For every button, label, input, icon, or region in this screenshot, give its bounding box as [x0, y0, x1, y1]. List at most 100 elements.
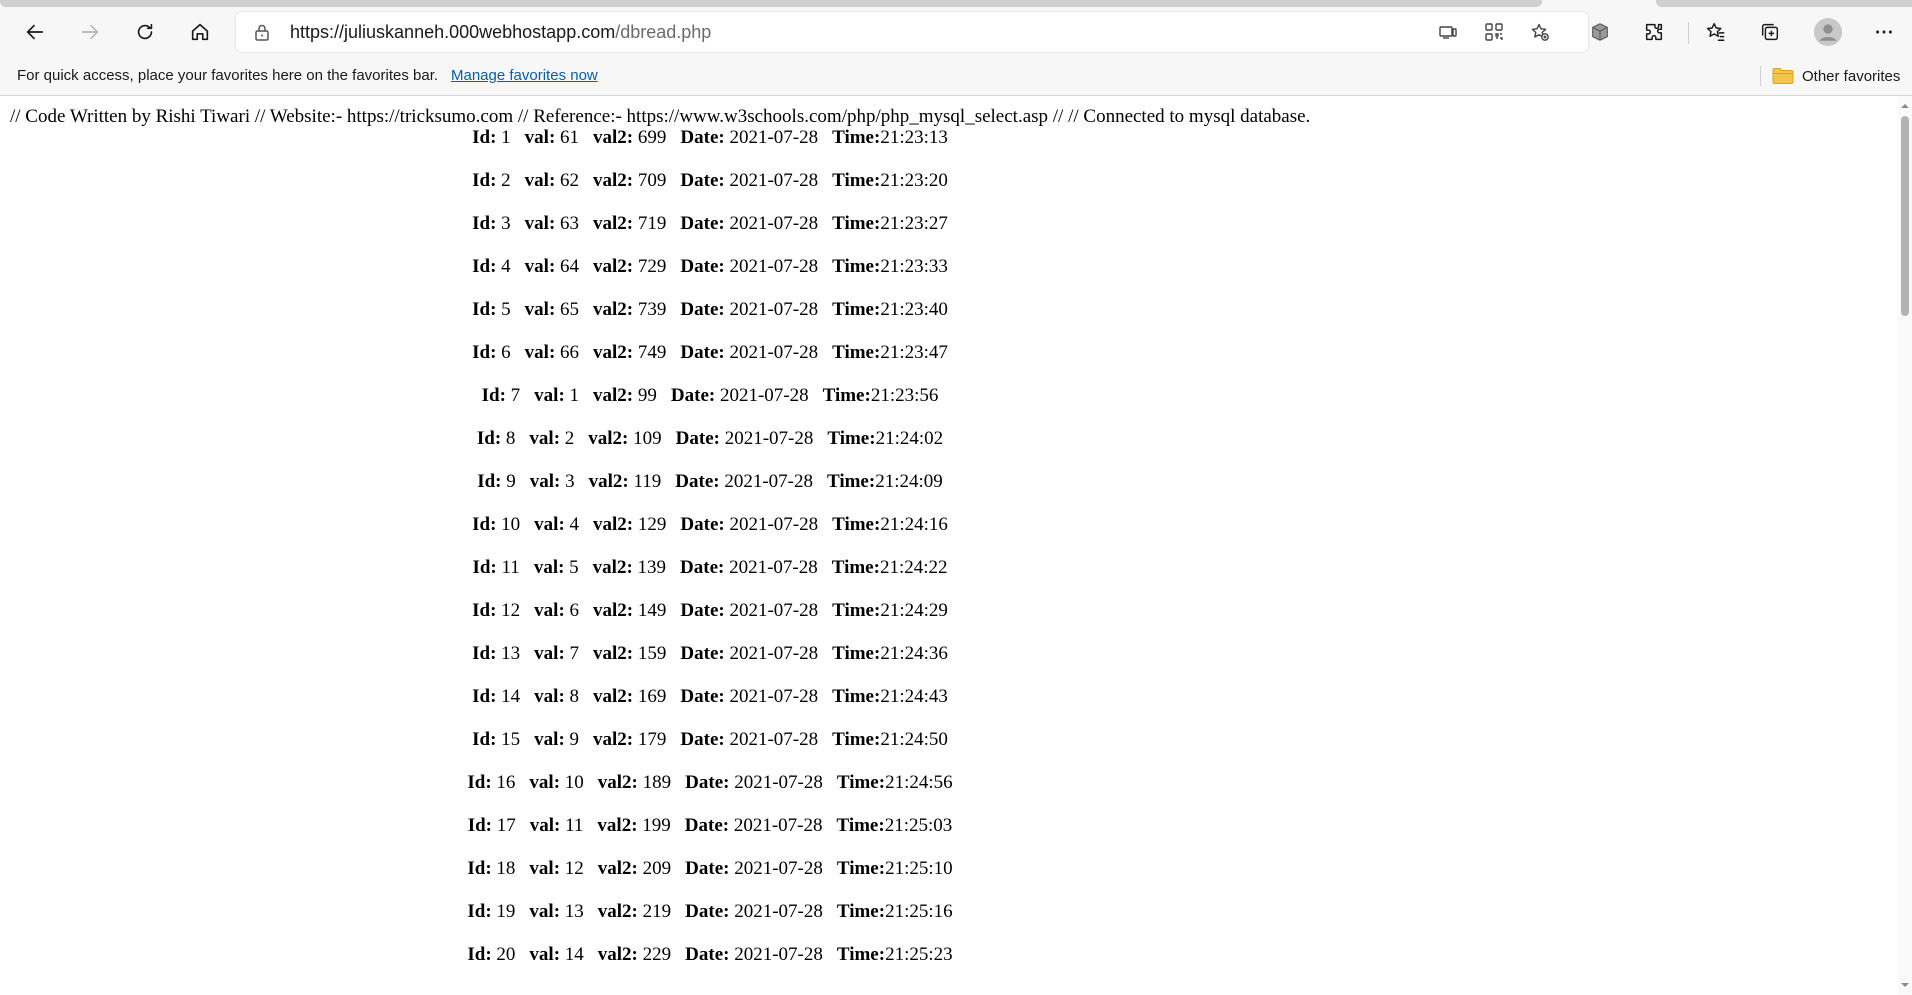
- val2-value: 159: [637, 643, 667, 664]
- id-label: Id:: [467, 901, 492, 922]
- date-value: 2021-07-28: [729, 729, 819, 750]
- val2-label: val2:: [597, 772, 638, 793]
- id-value: 4: [501, 256, 511, 277]
- date-value: 2021-07-28: [729, 170, 819, 191]
- page-header-text: // Code Written by Rishi Tiwari // Websi…: [10, 106, 1311, 127]
- refresh-button[interactable]: [125, 14, 165, 50]
- settings-more-button[interactable]: [1864, 14, 1904, 50]
- date-label: Date:: [680, 299, 725, 320]
- val2-value: 109: [633, 428, 662, 449]
- val-value: 2: [564, 428, 575, 449]
- forward-button[interactable]: [70, 14, 110, 50]
- record-row: Id: 7 val: 1 val2: 99 Date: 2021-07-28 Time:…: [0, 386, 1420, 429]
- time-value: 21:23:27: [880, 213, 948, 234]
- home-icon: [191, 23, 209, 41]
- record-row: Id: 5 val: 65 val2: 739 Date: 2021-07-28 Tim…: [0, 300, 1420, 343]
- app-available-button[interactable]: [1434, 20, 1462, 44]
- id-label: Id:: [472, 643, 497, 664]
- other-favorites-button[interactable]: Other favorites: [1772, 56, 1900, 96]
- qr-code-button[interactable]: [1480, 20, 1508, 44]
- back-arrow-icon: [26, 24, 44, 40]
- val-label: val:: [524, 299, 556, 320]
- scrollbar-thumb[interactable]: [1901, 116, 1909, 316]
- time-value: 21:23:40: [880, 299, 948, 320]
- inactive-tab-edge[interactable]: [1656, 0, 1912, 7]
- date-value: 2021-07-28: [729, 600, 819, 621]
- time-value: 21:25:16: [885, 901, 953, 922]
- val-value: 8: [569, 686, 580, 707]
- extensions-button[interactable]: [1634, 14, 1674, 50]
- date-label: Date:: [670, 385, 716, 406]
- date-value: 2021-07-28: [729, 127, 819, 148]
- date-value: 2021-07-28: [724, 471, 813, 492]
- val2-value: 739: [637, 299, 667, 320]
- time-label: Time:: [836, 901, 886, 922]
- favorites-button[interactable]: [1696, 14, 1736, 50]
- val2-value: 209: [642, 858, 672, 879]
- record-row: Id: 6 val: 66 val2: 749 Date: 2021-07-28 Tim…: [0, 343, 1420, 386]
- id-label: Id:: [472, 342, 497, 363]
- url-text[interactable]: https://juliuskanneh.000webhostapp.com/d…: [290, 12, 711, 52]
- toolbar-divider: [1688, 22, 1689, 44]
- time-label: Time:: [832, 342, 881, 363]
- val2-label: val2:: [593, 170, 634, 191]
- date-label: Date:: [684, 815, 730, 836]
- collections-button[interactable]: [1750, 14, 1790, 50]
- val-value: 3: [565, 471, 575, 492]
- manage-favorites-link[interactable]: Manage favorites now: [451, 56, 598, 96]
- val-label: val:: [529, 772, 561, 793]
- id-label: Id:: [467, 772, 492, 793]
- favorites-bar: For quick access, place your favorites h…: [0, 56, 1912, 96]
- record-row: Id: 13 val: 7 val2: 159 Date: 2021-07-28 Tim…: [0, 644, 1420, 687]
- id-label: Id:: [476, 428, 502, 449]
- time-label: Time:: [832, 127, 881, 148]
- other-favorites-label: Other favorites: [1802, 67, 1901, 85]
- id-value: 3: [501, 213, 511, 234]
- val2-label: val2:: [593, 342, 634, 363]
- time-value: 21:23:13: [880, 127, 948, 148]
- id-value: 11: [501, 557, 520, 578]
- back-button[interactable]: [15, 14, 55, 50]
- val2-value: 119: [633, 471, 662, 492]
- id-label: Id:: [467, 858, 492, 879]
- profile-avatar-icon: [1814, 18, 1842, 46]
- id-label: Id:: [472, 170, 497, 191]
- val-value: 10: [564, 772, 584, 793]
- lock-icon[interactable]: [252, 22, 272, 42]
- date-value: 2021-07-28: [729, 213, 819, 234]
- address-bar[interactable]: https://juliuskanneh.000webhostapp.com/d…: [236, 12, 1588, 52]
- date-label: Date:: [680, 729, 725, 750]
- val2-value: 199: [642, 815, 671, 836]
- record-row: Id: 12 val: 6 val2: 149 Date: 2021-07-28 Tim…: [0, 601, 1420, 644]
- time-label: Time:: [836, 858, 886, 879]
- profile-button[interactable]: [1808, 14, 1848, 50]
- extension-cube-button[interactable]: [1580, 14, 1620, 50]
- val-value: 62: [560, 170, 580, 191]
- date-label: Date:: [685, 901, 730, 922]
- vertical-scrollbar[interactable]: [1898, 96, 1912, 995]
- time-value: 21:23:47: [880, 342, 948, 363]
- val2-label: val2:: [593, 256, 634, 277]
- val-label: val:: [524, 170, 556, 191]
- val-label: val:: [534, 643, 565, 664]
- star-add-icon: [1531, 23, 1549, 41]
- add-favorite-button[interactable]: [1526, 20, 1554, 44]
- val2-value: 169: [637, 686, 667, 707]
- id-value: 18: [496, 858, 516, 879]
- time-value: 21:24:56: [885, 772, 953, 793]
- scroll-down-arrow-icon[interactable]: [1901, 981, 1909, 989]
- val-label: val:: [529, 858, 561, 879]
- home-button[interactable]: [180, 14, 220, 50]
- time-label: Time:: [836, 772, 886, 793]
- more-menu-icon: [1876, 30, 1892, 34]
- record-row: Id: 9 val: 3 val2: 119 Date: 2021-07-28 Time…: [0, 472, 1420, 515]
- scroll-up-arrow-icon[interactable]: [1901, 102, 1909, 110]
- record-row: Id: 20 val: 14 val2: 229 Date: 2021-07-28 Ti…: [0, 945, 1420, 988]
- id-value: 14: [501, 686, 521, 707]
- record-row: Id: 8 val: 2 val2: 109 Date: 2021-07-28 Time…: [0, 429, 1420, 472]
- date-value: 2021-07-28: [733, 815, 823, 836]
- time-value: 21:23:20: [880, 170, 948, 191]
- date-value: 2021-07-28: [719, 385, 809, 406]
- active-tab-edge[interactable]: [0, 0, 1542, 7]
- time-label: Time:: [832, 643, 881, 664]
